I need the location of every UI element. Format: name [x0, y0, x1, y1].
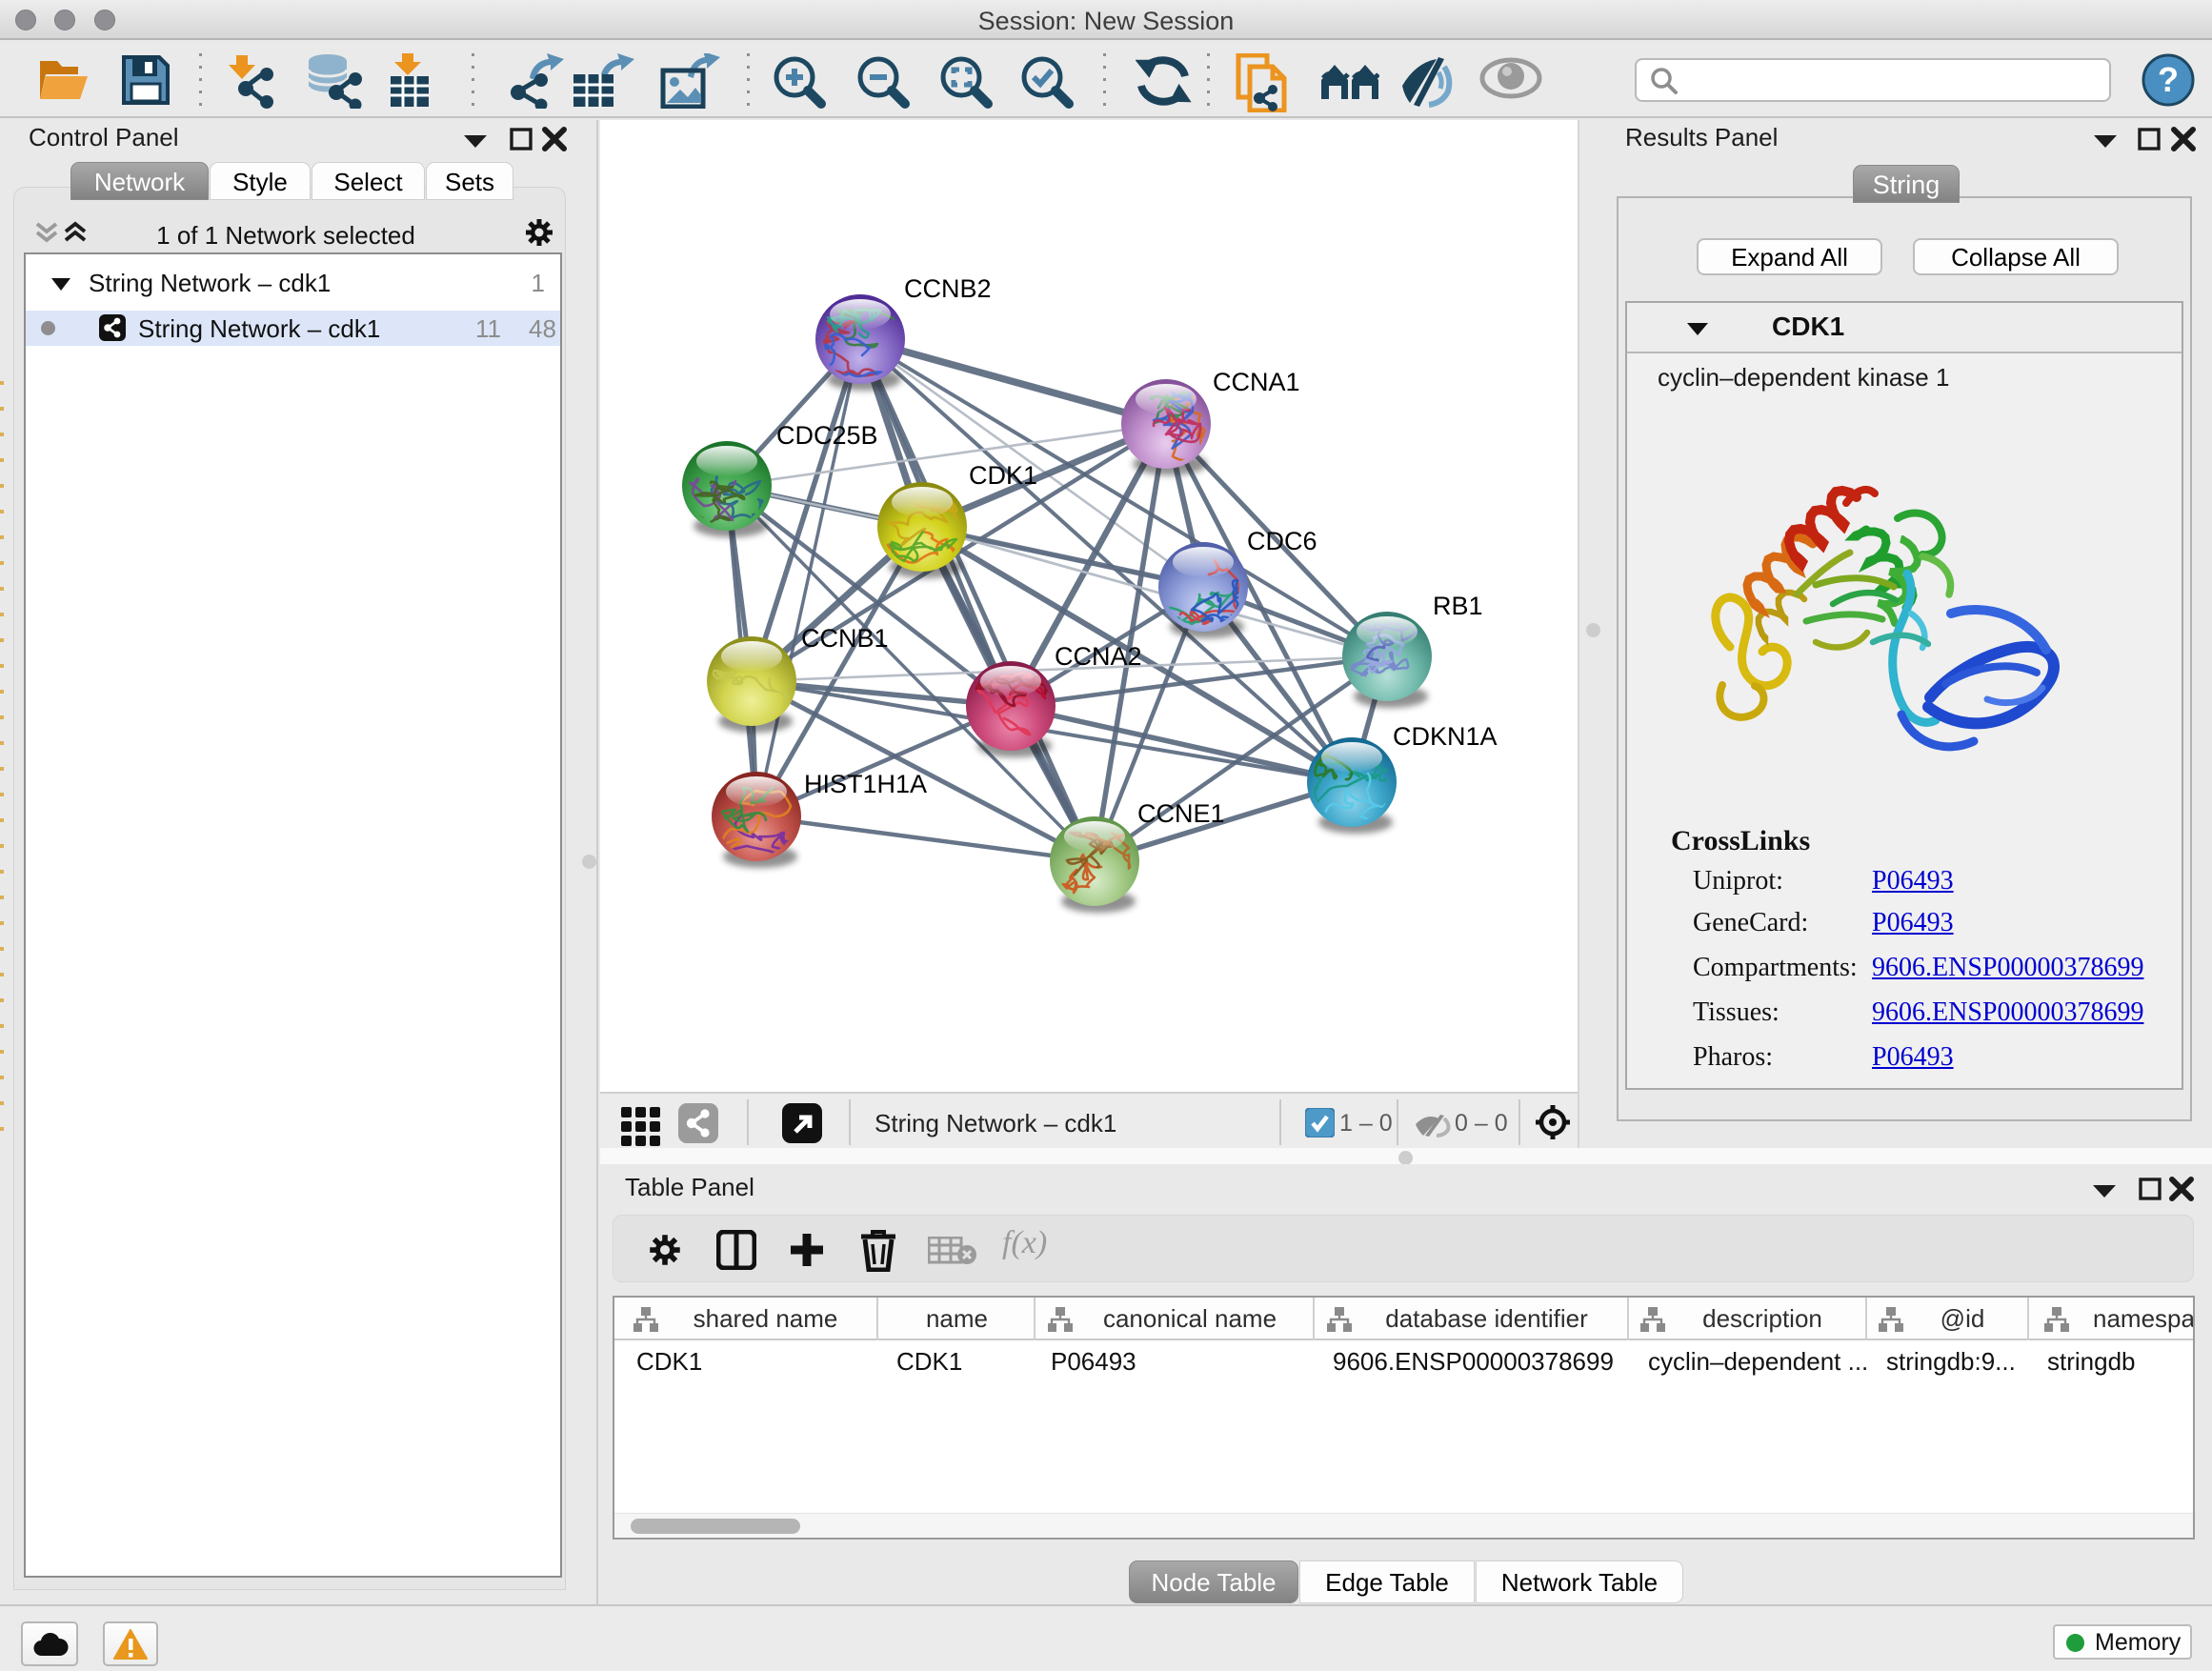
svg-text:CDKN1A: CDKN1A — [1393, 722, 1498, 751]
svg-text:CCNE1: CCNE1 — [1137, 799, 1225, 828]
svg-text:CCNB2: CCNB2 — [904, 274, 992, 303]
svg-text:CDC6: CDC6 — [1247, 527, 1317, 555]
svg-text:CCNB1: CCNB1 — [801, 624, 889, 653]
svg-text:RB1: RB1 — [1433, 592, 1483, 620]
svg-text:HIST1H1A: HIST1H1A — [804, 770, 927, 798]
svg-text:CCNA2: CCNA2 — [1055, 642, 1142, 671]
svg-text:CCNA1: CCNA1 — [1213, 368, 1300, 396]
svg-text:CDC25B: CDC25B — [776, 421, 878, 450]
svg-text:CDK1: CDK1 — [969, 461, 1037, 490]
svg-text:?: ? — [2158, 60, 2179, 99]
